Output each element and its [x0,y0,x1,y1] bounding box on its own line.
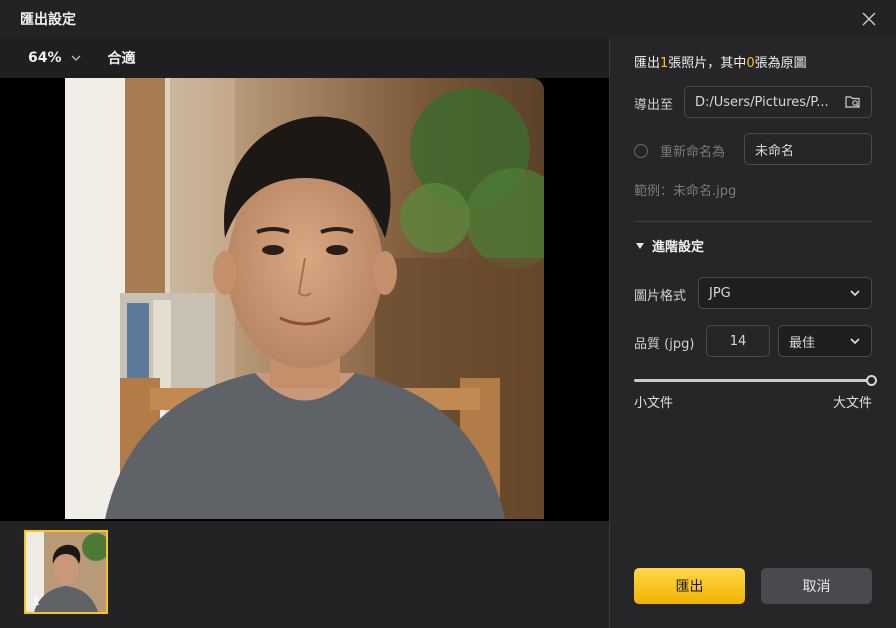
window-title: 匯出設定 [20,12,76,28]
caret-down-icon [636,242,644,249]
close-icon[interactable] [860,10,878,28]
export-summary: 匯出1張照片，其中0張為原圖 [634,52,807,71]
rename-label: 重新命名為 [660,145,726,160]
summary-mid: 張照片，其中 [668,56,747,71]
thumbnail-index: 1 [32,595,40,608]
format-label: 圖片格式 [634,289,687,304]
export-path-field[interactable]: D:/Users/Pictures/P... [684,86,872,118]
summary-suffix: 張為原圖 [754,56,807,71]
export-to-label: 導出至 [634,98,674,113]
export-button[interactable]: 匯出 [634,568,745,604]
slider-labels: 小文件 大文件 [634,392,872,411]
section-divider [634,221,872,222]
title-bar: 匯出設定 [0,0,896,38]
rename-input[interactable]: 未命名 [744,133,872,165]
filmstrip: 1 [0,521,609,628]
chevron-down-icon [71,55,80,61]
rename-value: 未命名 [755,143,795,159]
slider-handle[interactable] [866,375,877,386]
slider-track [634,379,872,382]
settings-panel: 匯出1張照片，其中0張為原圖 導出至 D:/Users/Pictures/P..… [610,38,896,628]
thumbnail-item[interactable]: 1 [24,530,108,614]
quality-label: 品質 (jpg) [634,337,695,352]
fit-button[interactable]: 合適 [108,48,136,68]
slider-min-label: 小文件 [634,396,674,411]
rename-row: 重新命名為 [634,141,725,160]
folder-search-icon[interactable] [845,95,861,109]
quality-number-input[interactable]: 14 [706,325,770,357]
advanced-settings-label: 進階設定 [652,240,705,255]
format-select[interactable]: JPG [698,277,872,309]
quality-slider[interactable] [634,375,877,386]
chevron-down-icon [850,290,860,297]
rename-radio[interactable] [634,143,648,158]
portrait-photo [65,78,544,519]
cancel-button[interactable]: 取消 [761,568,872,604]
quality-preset-value: 最佳 [789,335,816,351]
quality-row: 品質 (jpg) [634,333,694,352]
quality-preset-select[interactable]: 最佳 [778,325,872,357]
chevron-down-icon [850,338,860,345]
summary-original-count: 0 [746,56,755,71]
zoom-dropdown[interactable]: 64% [28,50,82,66]
summary-prefix: 匯出 [634,56,661,71]
export-to-row: 導出至 [634,94,673,113]
advanced-settings-toggle[interactable]: 進階設定 [636,236,704,255]
format-row: 圖片格式 [634,285,686,304]
example-filename: 範例：未命名.jpg [634,184,737,199]
preview-pane: 64% 合適 1 [0,38,609,628]
slider-max-label: 大文件 [832,396,872,411]
export-path-value: D:/Users/Pictures/P... [695,94,829,110]
preview-toolbar: 64% 合適 [0,38,609,78]
zoom-value: 64% [28,50,62,66]
image-preview [0,78,609,521]
format-value: JPG [709,285,731,301]
